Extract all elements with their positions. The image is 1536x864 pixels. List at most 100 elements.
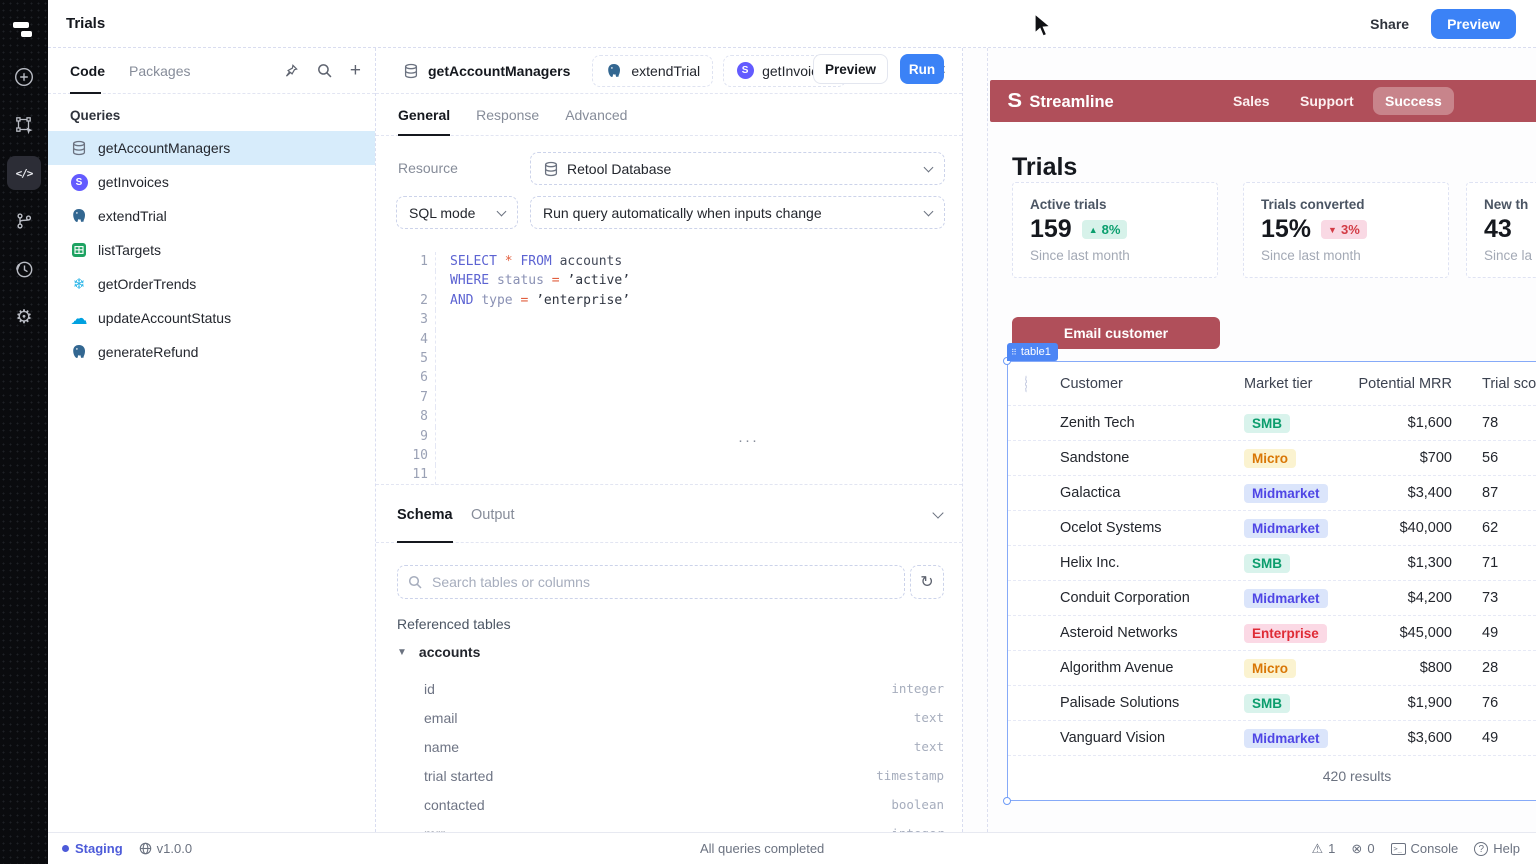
table-row[interactable]: Algorithm AvenueMicro$80028: [1008, 650, 1536, 685]
query-item-getAccountManagers[interactable]: getAccountManagers: [48, 131, 375, 165]
subtab-response[interactable]: Response: [476, 94, 539, 135]
tab-schema[interactable]: Schema: [397, 507, 453, 523]
schema-field-id[interactable]: idinteger: [424, 674, 944, 703]
table1-widget-tag[interactable]: ⠿ table1: [1007, 343, 1058, 361]
preview-app-button[interactable]: Preview: [1431, 9, 1516, 39]
database-icon: [543, 161, 559, 177]
app-rail: </> ⚙: [0, 0, 48, 864]
table-header-row: CustomerMarket tierPotential MRRTrial sc…: [1008, 362, 1536, 405]
errors-indicator[interactable]: ⊗ 0: [1351, 841, 1374, 857]
globe-icon: [139, 842, 152, 855]
rail-item-select-tool[interactable]: [7, 108, 41, 142]
query-item-listTargets[interactable]: listTargets: [48, 233, 375, 267]
history-icon: [15, 260, 34, 279]
query-run-button[interactable]: Run: [900, 54, 944, 84]
schema-field-mrr[interactable]: mrrinteger: [424, 819, 944, 832]
rail-item-add[interactable]: [7, 60, 41, 94]
console-button[interactable]: >_ Console: [1391, 841, 1459, 856]
table-row[interactable]: Conduit CorporationMidmarket$4,20073: [1008, 580, 1536, 615]
schema-field-trial-started[interactable]: trial startedtimestamp: [424, 761, 944, 790]
query-preview-button[interactable]: Preview: [813, 54, 888, 84]
schema-table-accounts[interactable]: ▼ accounts: [397, 644, 480, 660]
stat-card-1[interactable]: Active trials159▲8%Since last month: [1012, 182, 1218, 278]
select-tool-icon: [15, 116, 34, 135]
rail-item-history[interactable]: [7, 252, 41, 286]
schema-fields: idinteger email text nametexttrial startedt…: [424, 674, 944, 832]
table-row[interactable]: GalacticaMidmarket$3,40087: [1008, 475, 1536, 510]
query-item-extendTrial[interactable]: extendTrial: [48, 199, 375, 233]
collapse-panel-icon[interactable]: [932, 507, 943, 518]
tier-badge: SMB: [1244, 554, 1290, 573]
col-header-trial-score[interactable]: Trial sco: [1458, 376, 1536, 392]
col-header-potential-mrr[interactable]: Potential MRR: [1350, 376, 1458, 392]
sql-mode-value: SQL mode: [409, 205, 475, 221]
pin-icon[interactable]: [284, 63, 299, 78]
cell-mrr: $3,600: [1350, 730, 1458, 746]
schema-field-email[interactable]: email text: [424, 703, 944, 732]
rail-item-retool-logo[interactable]: [7, 12, 41, 46]
schema-search-input[interactable]: [430, 573, 894, 591]
table-row[interactable]: Ocelot SystemsMidmarket$40,00062: [1008, 510, 1536, 545]
run-trigger-select[interactable]: Run query automatically when inputs chan…: [530, 196, 945, 229]
table-row[interactable]: Palisade SolutionsSMB$1,90076: [1008, 685, 1536, 720]
help-button[interactable]: ? Help: [1474, 841, 1520, 856]
nav-item-sales[interactable]: Sales: [1233, 80, 1270, 122]
field-name: email: [424, 710, 457, 726]
table-row[interactable]: Helix Inc.SMB$1,30071: [1008, 545, 1536, 580]
nav-item-success[interactable]: Success: [1373, 87, 1454, 115]
query-item-generateRefund[interactable]: generateRefund: [48, 335, 375, 369]
rail-item-code[interactable]: </>: [7, 156, 41, 190]
sql-code-editor[interactable]: 1SELECT * FROM accountsWHERE status = ’a…: [376, 248, 962, 485]
subtab-general[interactable]: General: [398, 94, 450, 135]
stat-card-2[interactable]: Trials converted15%▼3%Since last month: [1243, 182, 1449, 278]
search-icon[interactable]: [317, 63, 332, 78]
schema-search[interactable]: [397, 565, 905, 599]
tier-badge: Micro: [1244, 659, 1296, 678]
warnings-indicator[interactable]: ⚠ 1: [1312, 841, 1336, 857]
stat-card-3[interactable]: New th43Since la: [1466, 182, 1536, 278]
table-row[interactable]: SandstoneMicro$70056: [1008, 440, 1536, 475]
schema-field-contacted[interactable]: contactedboolean: [424, 790, 944, 819]
cell-mrr: $45,000: [1350, 625, 1458, 641]
subtab-advanced[interactable]: Advanced: [565, 94, 627, 135]
table-row[interactable]: Zenith TechSMB$1,60078: [1008, 405, 1536, 440]
chevron-down-icon: [497, 207, 507, 217]
table-row[interactable]: Vanguard VisionMidmarket$3,60049: [1008, 720, 1536, 755]
settings-icon: ⚙: [15, 308, 32, 327]
editor-tab-label: extendTrial: [631, 63, 700, 79]
trials-table[interactable]: CustomerMarket tierPotential MRRTrial sc…: [1007, 361, 1536, 801]
cell-customer: Algorithm Avenue: [1060, 660, 1244, 676]
rail-item-settings[interactable]: ⚙: [7, 300, 41, 334]
col-header-customer[interactable]: Customer: [1060, 376, 1244, 392]
topbar-actions: Share Preview: [1370, 9, 1536, 39]
query-item-getOrderTrends[interactable]: ❄getOrderTrends: [48, 267, 375, 301]
schema-field-name[interactable]: nametext: [424, 732, 944, 761]
col-header-market-tier[interactable]: Market tier: [1244, 376, 1350, 392]
query-item-getInvoices[interactable]: SgetInvoices: [48, 165, 375, 199]
refresh-schema-icon[interactable]: ↻: [910, 565, 944, 599]
editor-tab-extendTrial[interactable]: extendTrial: [592, 55, 713, 87]
version-indicator[interactable]: v1.0.0: [139, 841, 192, 856]
cell-score: 71: [1458, 555, 1536, 571]
query-label: listTargets: [98, 242, 161, 258]
rail-item-git-branch[interactable]: [7, 204, 41, 238]
cell-mrr: $4,200: [1350, 590, 1458, 606]
resource-select[interactable]: Retool Database: [530, 152, 945, 185]
tab-packages[interactable]: Packages: [129, 48, 190, 93]
environment-picker[interactable]: Staging: [62, 841, 123, 856]
add-query-icon[interactable]: +: [350, 61, 361, 80]
tab-output[interactable]: Output: [471, 507, 515, 523]
query-item-updateAccountStatus[interactable]: ☁updateAccountStatus: [48, 301, 375, 335]
resize-handle[interactable]: [1003, 797, 1011, 805]
stat-label: New th: [1484, 197, 1536, 212]
sql-mode-select[interactable]: SQL mode: [396, 196, 518, 229]
editor-tab-getAccountManagers[interactable]: getAccountManagers: [390, 56, 582, 86]
share-button[interactable]: Share: [1370, 16, 1409, 32]
table-row[interactable]: Asteroid NetworksEnterprise$45,00049: [1008, 615, 1536, 650]
nav-item-support[interactable]: Support: [1300, 80, 1354, 122]
field-type: text: [914, 710, 944, 725]
tab-code[interactable]: Code: [70, 48, 105, 93]
field-name: id: [424, 681, 435, 697]
select-all-checkbox[interactable]: [1025, 375, 1027, 393]
stripe-icon: S: [70, 173, 88, 191]
